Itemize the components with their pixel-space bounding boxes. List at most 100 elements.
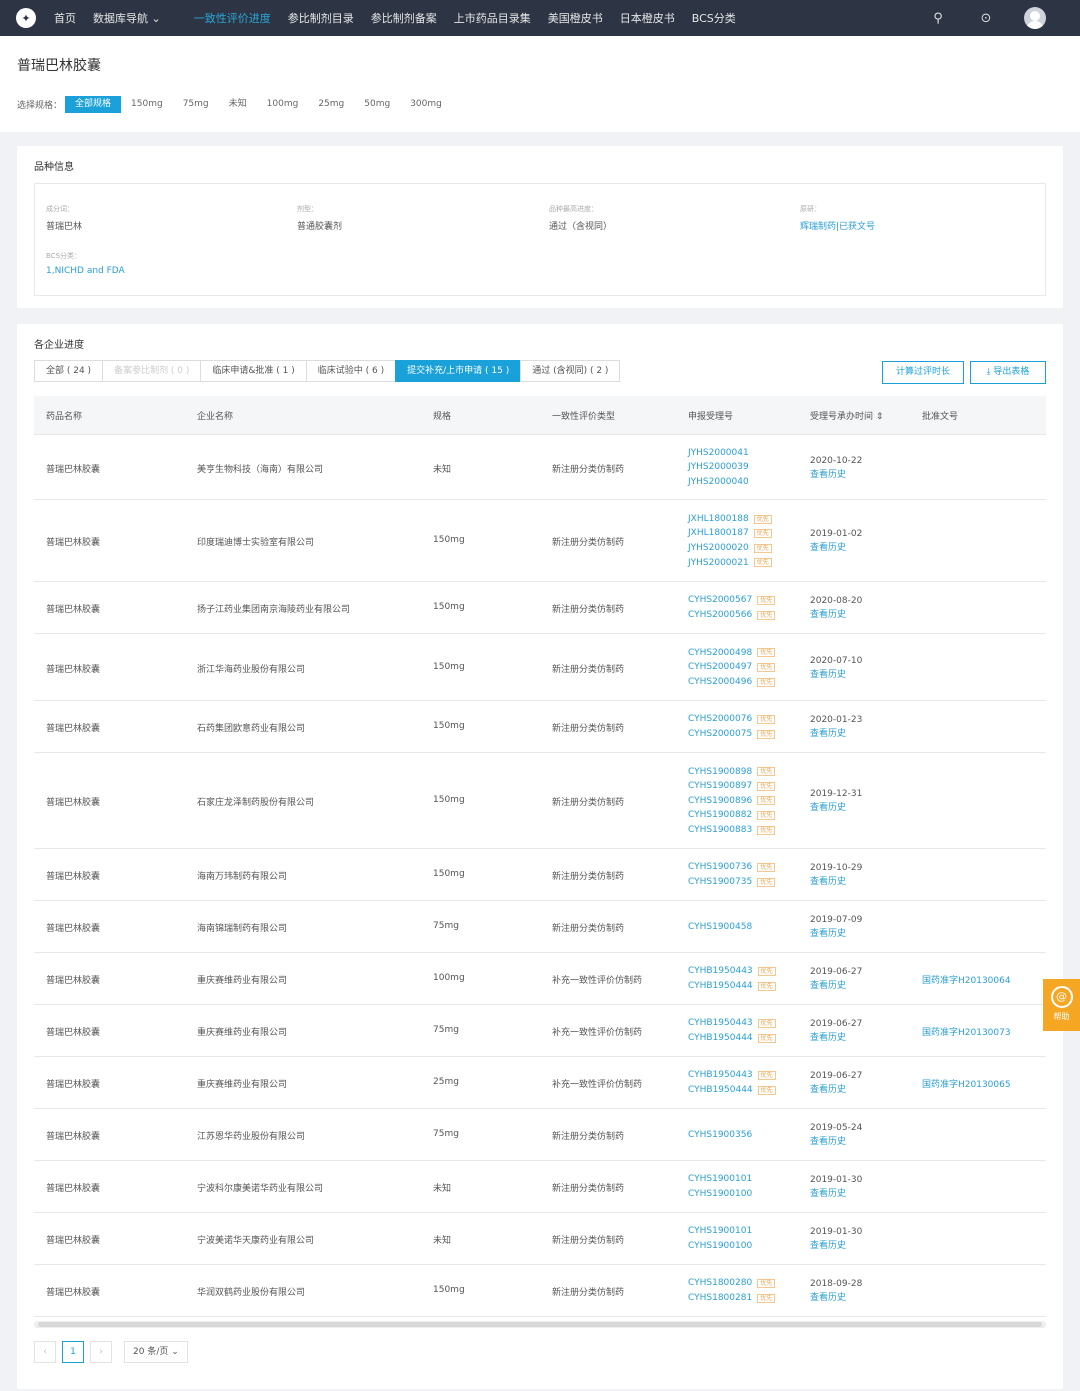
priority-badge: 优先 bbox=[753, 514, 772, 524]
page-size-select[interactable]: 20 条/页 ⌄ bbox=[124, 1341, 188, 1363]
code-link[interactable]: CYHB1950443 bbox=[688, 1016, 753, 1031]
code-link[interactable]: CYHS1800281 bbox=[688, 1291, 752, 1306]
code-link[interactable]: CYHS2000076 bbox=[688, 712, 752, 727]
code-link[interactable]: JXHL1800188 bbox=[688, 512, 749, 527]
code-link[interactable]: CYHB1950444 bbox=[688, 1083, 753, 1098]
spec-option-25mg[interactable]: 25mg bbox=[308, 96, 354, 113]
nav-item-japan-orange-book[interactable]: 日本橙皮书 bbox=[620, 10, 675, 26]
code-link[interactable]: CYHS1900896 bbox=[688, 794, 752, 809]
view-history-link[interactable]: 查看历史 bbox=[810, 1239, 862, 1253]
code-link[interactable]: CYHB1950443 bbox=[688, 964, 753, 979]
code-link[interactable]: CYHS1900458 bbox=[688, 920, 752, 935]
next-page-button[interactable]: › bbox=[90, 1341, 112, 1363]
spec-option-50mg[interactable]: 50mg bbox=[354, 96, 400, 113]
approval-number-link[interactable]: 国药准字H20130065 bbox=[922, 1077, 1011, 1090]
tab-clinical-application[interactable]: 临床申请&批准 ( 1 ) bbox=[200, 360, 307, 382]
header-date[interactable]: 受理号承办时间 ⇕ bbox=[810, 409, 883, 422]
avatar[interactable] bbox=[1024, 7, 1046, 29]
nav-item-database[interactable]: 数据库导航 ⌄ bbox=[93, 10, 161, 26]
priority-badge: 优先 bbox=[757, 1293, 776, 1303]
view-history-link[interactable]: 查看历史 bbox=[810, 1291, 862, 1305]
code-link[interactable]: CYHS1800280 bbox=[688, 1276, 752, 1291]
approval-number-link[interactable]: 国药准字H20130064 bbox=[922, 973, 1011, 986]
nav-item-reference-catalog[interactable]: 参比制剂目录 bbox=[288, 10, 354, 26]
code-link[interactable]: CYHS1900356 bbox=[688, 1128, 752, 1143]
logo-icon[interactable]: ✦ bbox=[16, 8, 36, 28]
spec-option-unknown[interactable]: 未知 bbox=[219, 96, 257, 113]
code-link[interactable]: CYHS1900101 bbox=[688, 1172, 752, 1187]
view-history-link[interactable]: 查看历史 bbox=[810, 1135, 862, 1149]
nav-item-bcs[interactable]: BCS分类 bbox=[692, 10, 736, 26]
code-link[interactable]: CYHS2000075 bbox=[688, 727, 752, 742]
reference-link[interactable]: 辉瑞制药|已获文号 bbox=[800, 219, 875, 232]
code-link[interactable]: CYHS1900736 bbox=[688, 860, 752, 875]
scrollbar-thumb[interactable] bbox=[38, 1322, 1042, 1327]
nav-item-home[interactable]: 首页 bbox=[54, 10, 76, 26]
view-history-link[interactable]: 查看历史 bbox=[810, 727, 862, 741]
priority-badge: 优先 bbox=[757, 825, 776, 835]
spec-filter: 选择规格： 全部规格 150mg 75mg 未知 100mg 25mg 50mg… bbox=[17, 96, 452, 113]
horizontal-scrollbar[interactable] bbox=[34, 1321, 1046, 1328]
code-link[interactable]: CYHS1900100 bbox=[688, 1187, 752, 1202]
code-link[interactable]: CYHS2000566 bbox=[688, 608, 752, 623]
view-history-link[interactable]: 查看历史 bbox=[810, 668, 862, 682]
view-history-link[interactable]: 查看历史 bbox=[810, 468, 862, 482]
code-link[interactable]: CYHB1950443 bbox=[688, 1068, 753, 1083]
code-link[interactable]: CYHS2000498 bbox=[688, 646, 752, 661]
tab-reference-filing[interactable]: 备案参比制剂 ( 0 ) bbox=[102, 360, 202, 382]
code-link[interactable]: CYHS2000497 bbox=[688, 660, 752, 675]
calc-duration-button[interactable]: 计算过评时长 bbox=[882, 361, 964, 384]
nav-item-consistency-progress[interactable]: 一致性评价进度 bbox=[194, 10, 271, 26]
code-link[interactable]: CYHB1950444 bbox=[688, 979, 753, 994]
tab-clinical-trial[interactable]: 临床试验中 ( 6 ) bbox=[305, 360, 397, 382]
code-link[interactable]: CYHS2000567 bbox=[688, 593, 752, 608]
code-link[interactable]: JYHS2000041 bbox=[688, 446, 749, 461]
help-button[interactable]: @ 帮助 bbox=[1043, 979, 1080, 1031]
bcs-link[interactable]: 1,NICHD and FDA bbox=[46, 266, 125, 276]
view-history-link[interactable]: 查看历史 bbox=[810, 1031, 862, 1045]
nav-item-us-orange-book[interactable]: 美国橙皮书 bbox=[548, 10, 603, 26]
nav-item-reference-filing[interactable]: 参比制剂备案 bbox=[371, 10, 437, 26]
tab-all[interactable]: 全部 ( 24 ) bbox=[34, 360, 104, 382]
code-link[interactable]: CYHB1950444 bbox=[688, 1031, 753, 1046]
code-link[interactable]: CYHS1900882 bbox=[688, 808, 752, 823]
tab-approved[interactable]: 通过 (含视同) ( 2 ) bbox=[520, 360, 621, 382]
code-link[interactable]: CYHS1900883 bbox=[688, 823, 752, 838]
view-history-link[interactable]: 查看历史 bbox=[810, 927, 862, 941]
view-history-link[interactable]: 查看历史 bbox=[810, 541, 862, 555]
date-text: 2019-12-31 bbox=[810, 789, 863, 799]
code-link[interactable]: JYHS2000039 bbox=[688, 460, 749, 475]
code-link[interactable]: CYHS1900898 bbox=[688, 765, 752, 780]
spec-option-300mg[interactable]: 300mg bbox=[400, 96, 452, 113]
code-link[interactable]: CYHS1900735 bbox=[688, 875, 752, 890]
view-history-link[interactable]: 查看历史 bbox=[810, 801, 862, 815]
help-circle-icon[interactable]: ⊙ bbox=[976, 11, 996, 26]
spec-option-100mg[interactable]: 100mg bbox=[257, 96, 309, 113]
spec-option-all[interactable]: 全部规格 bbox=[65, 96, 122, 113]
code-link[interactable]: CYHS2000496 bbox=[688, 675, 752, 690]
code-link[interactable]: CYHS1900101 bbox=[688, 1224, 752, 1239]
code-link[interactable]: CYHS1900100 bbox=[688, 1239, 752, 1254]
code-link[interactable]: CYHS1900897 bbox=[688, 779, 752, 794]
search-icon[interactable]: ⚲ bbox=[928, 11, 948, 26]
cell-type: 新注册分类仿制药 bbox=[552, 872, 625, 882]
view-history-link[interactable]: 查看历史 bbox=[810, 979, 862, 993]
view-history-link[interactable]: 查看历史 bbox=[810, 875, 862, 889]
view-history-link[interactable]: 查看历史 bbox=[810, 1187, 862, 1201]
approval-number-link[interactable]: 国药准字H20130073 bbox=[922, 1025, 1011, 1038]
code-link[interactable]: JYHS2000021 bbox=[688, 556, 749, 571]
code-link[interactable]: JXHL1800187 bbox=[688, 526, 749, 541]
code-item: CYHS1800281 优先 bbox=[688, 1291, 776, 1306]
view-history-link[interactable]: 查看历史 bbox=[810, 608, 862, 622]
spec-option-150mg[interactable]: 150mg bbox=[121, 96, 173, 113]
spec-option-75mg[interactable]: 75mg bbox=[173, 96, 219, 113]
cell-drug: 普瑞巴林胶囊 bbox=[46, 1028, 101, 1038]
page-button-current[interactable]: 1 bbox=[62, 1341, 84, 1363]
prev-page-button[interactable]: ‹ bbox=[34, 1341, 56, 1363]
export-table-button[interactable]: ⤓ 导出表格 bbox=[970, 361, 1046, 384]
tab-submitted[interactable]: 提交补充/上市申请 ( 15 ) bbox=[395, 360, 522, 382]
code-link[interactable]: JYHS2000020 bbox=[688, 541, 749, 556]
nav-item-marketed-catalog[interactable]: 上市药品目录集 bbox=[454, 10, 531, 26]
code-link[interactable]: JYHS2000040 bbox=[688, 475, 749, 490]
view-history-link[interactable]: 查看历史 bbox=[810, 1083, 862, 1097]
